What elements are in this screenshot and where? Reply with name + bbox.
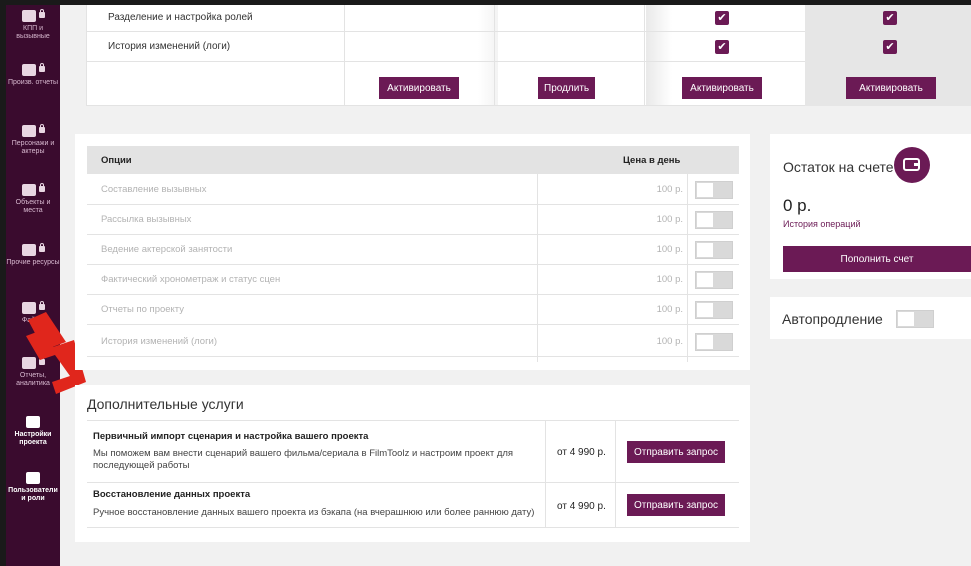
option-price: 100 р. (656, 336, 683, 347)
sidebar-item-label: Пользователи и роли (8, 487, 58, 502)
checkbox-icon (20, 63, 46, 77)
sidebar-item-label: Прочие ресурсы (6, 259, 60, 266)
sidebar-item-locations[interactable]: Объекты и места (6, 183, 60, 215)
option-price: 100 р. (656, 184, 683, 195)
history-link[interactable]: История операций (783, 219, 861, 229)
option-toggle[interactable] (695, 241, 733, 259)
activate-button[interactable]: Активировать (379, 77, 459, 99)
option-toggle[interactable] (695, 181, 733, 199)
checkbox-checked[interactable]: ✔ (715, 40, 729, 54)
send-request-button[interactable]: Отправить запрос (627, 441, 725, 463)
option-toggle[interactable] (695, 301, 733, 319)
option-name: Ведение актерской занятости (101, 244, 233, 255)
option-name: Отчеты по проекту (101, 304, 185, 315)
sidebar-item-kpp[interactable]: КПП и вызывные (6, 9, 60, 41)
extra-services-title: Дополнительные услуги (87, 396, 244, 412)
option-name: Составление вызывных (101, 184, 207, 195)
feature-name: Разделение и настройка ролей (108, 12, 253, 23)
balance-amount: 0 р. (783, 196, 812, 215)
activate-button[interactable]: Активировать (682, 77, 762, 99)
options-panel: Опции Цена в день Составление вызывных 1… (75, 134, 750, 370)
activate-button[interactable]: Активировать (846, 77, 936, 99)
checkbox-checked[interactable]: ✔ (715, 11, 729, 25)
checkbox-checked[interactable]: ✔ (883, 11, 897, 25)
sidebar-item-label: Произв. отчеты (7, 79, 59, 86)
autorenew-label: Автопродление (782, 311, 883, 327)
service-description: Мы поможем вам внести сценарий вашего фи… (93, 448, 514, 471)
service-price: от 4 990 р. (557, 447, 606, 458)
topup-button[interactable]: Пополнить счет (783, 246, 971, 272)
lock-icon (39, 124, 45, 133)
sidebar-item-project-settings[interactable]: Настройки проекта (6, 415, 60, 447)
option-toggle[interactable] (695, 211, 733, 229)
option-price: 100 р. (656, 274, 683, 285)
extend-button[interactable]: Продлить (538, 77, 595, 99)
box-icon (20, 243, 46, 257)
people-icon (20, 124, 46, 138)
option-price: 100 р. (656, 304, 683, 315)
sidebar-item-characters[interactable]: Персонажи и актеры (6, 124, 60, 156)
sidebar-item-resources[interactable]: Прочие ресурсы (6, 243, 60, 267)
checkbox-checked[interactable]: ✔ (883, 40, 897, 54)
option-name: История изменений (логи) (101, 336, 218, 347)
sidebar-item-reports[interactable]: Произв. отчеты (6, 63, 60, 87)
users-icon (20, 471, 46, 485)
sidebar-item-users[interactable]: Пользователи и роли (6, 471, 60, 503)
option-toggle[interactable] (695, 271, 733, 289)
option-price: 100 р. (656, 214, 683, 225)
option-name: Рассылка вызывных (101, 214, 192, 225)
service-title: Восстановление данных проекта (93, 489, 251, 500)
balance-title: Остаток на счете (783, 159, 894, 175)
options-header-name: Опции (101, 155, 132, 166)
calendar-icon (20, 9, 46, 23)
service-price: от 4 990 р. (557, 501, 606, 512)
sidebar: КПП и вызывные Произв. отчеты Персонажи … (6, 5, 60, 566)
lock-icon (39, 9, 45, 18)
extra-services-panel: Дополнительные услуги Первичный импорт с… (75, 385, 750, 542)
balance-panel: Остаток на счете 0 р. История операций П… (770, 134, 971, 279)
wallet-icon (894, 147, 930, 183)
features-table: Разделение и настройка ролей История изм… (86, 5, 971, 106)
service-title: Первичный импорт сценария и настройка ва… (93, 431, 369, 442)
feature-name: История изменений (логи) (108, 41, 231, 52)
column-shade (646, 5, 672, 106)
option-price: 100 р. (656, 244, 683, 255)
option-toggle[interactable] (695, 333, 733, 351)
lock-icon (39, 63, 45, 72)
sidebar-item-label: Персонажи и актеры (11, 140, 55, 155)
sidebar-item-label: КПП и вызывные (16, 25, 50, 40)
sliders-icon (20, 415, 46, 429)
lock-icon (39, 243, 45, 252)
service-description: Ручное восстановление данных вашего прое… (93, 507, 535, 518)
autorenew-panel: Автопродление (770, 297, 971, 339)
image-icon (20, 183, 46, 197)
autorenew-toggle[interactable] (896, 310, 934, 328)
option-name: Фактический хронометраж и статус сцен (101, 274, 281, 285)
sidebar-item-label: Объекты и места (15, 199, 51, 214)
lock-icon (39, 301, 45, 310)
lock-icon (39, 183, 45, 192)
send-request-button[interactable]: Отправить запрос (627, 494, 725, 516)
sidebar-item-label: Настройки проекта (14, 431, 52, 446)
column-shade (478, 5, 498, 106)
options-header-price: Цена в день (623, 155, 681, 166)
